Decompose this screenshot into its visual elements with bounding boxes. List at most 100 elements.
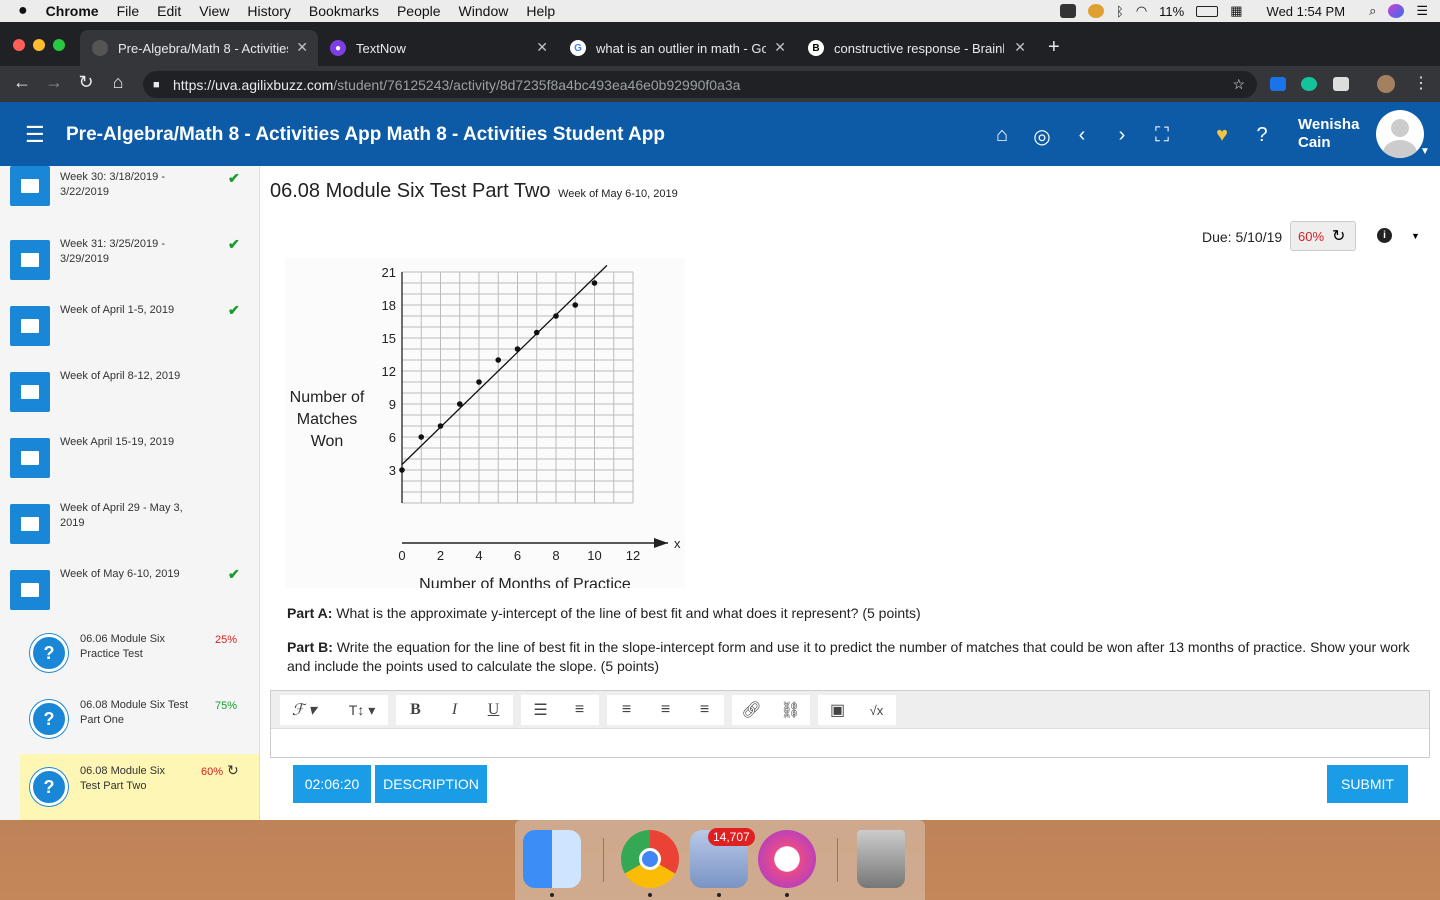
user-dropdown-icon[interactable]: ▼ — [1420, 146, 1430, 157]
bluetooth-icon[interactable]: ᛒ — [1116, 4, 1124, 19]
sidebar-week-april-8-12[interactable]: Week of April 8-12, 2019 — [0, 364, 259, 430]
timer-button[interactable]: 02:06:20 — [293, 765, 371, 803]
description-button[interactable]: DESCRIPTION — [375, 765, 487, 803]
sidebar-item-label: Week April 15-19, 2019 — [60, 436, 175, 448]
menu-people[interactable]: People — [397, 3, 441, 19]
help-icon[interactable]: ? — [1250, 124, 1274, 147]
previous-icon[interactable]: ‹ — [1070, 124, 1094, 147]
spotlight-search-icon[interactable]: ⌕ — [1369, 3, 1376, 19]
hamburger-menu-icon[interactable]: ☰ — [25, 122, 45, 148]
menu-bookmarks[interactable]: Bookmarks — [309, 3, 379, 19]
close-tab-icon[interactable]: ✕ — [774, 39, 786, 56]
info-icon[interactable]: i — [1377, 228, 1392, 243]
sidebar-activity-test-part-two[interactable]: ? 06.08 Module Six Test Part Two 60% ↻ — [20, 754, 259, 820]
menu-edit[interactable]: Edit — [157, 3, 181, 19]
sidebar-activity-practice-test[interactable]: ? 06.06 Module Six Practice Test 25% — [0, 620, 259, 686]
image-icon[interactable]: ▣ — [818, 695, 857, 725]
mail-icon[interactable]: 14,707 — [690, 828, 755, 888]
bold-icon[interactable]: B — [396, 695, 435, 725]
score-badge[interactable]: 60% ↻ — [1290, 221, 1356, 251]
itunes-icon[interactable] — [758, 830, 816, 888]
menu-window[interactable]: Window — [459, 3, 509, 19]
sidebar-activity-test-part-one[interactable]: ? 06.08 Module Six Test Part One 75% — [0, 686, 259, 752]
submit-button[interactable]: SUBMIT — [1327, 765, 1408, 803]
equation-icon[interactable]: √x — [857, 695, 896, 725]
close-tab-icon[interactable]: ✕ — [536, 39, 548, 56]
align-left-icon[interactable]: ≡ — [607, 695, 646, 725]
sidebar-week-may-6-10[interactable]: Week of May 6-10, 2019 ✔ — [0, 562, 259, 628]
fullscreen-icon[interactable]: ⛶ — [1150, 124, 1174, 147]
grammarly-icon[interactable] — [1301, 77, 1317, 91]
siri-icon[interactable] — [1388, 4, 1405, 18]
answer-input[interactable] — [271, 729, 1429, 757]
url-input[interactable]: ■ https://uva.agilixbuzz.com/student/761… — [143, 71, 1257, 98]
retry-icon[interactable]: ↻ — [227, 762, 239, 779]
back-icon[interactable]: ← — [10, 72, 34, 93]
close-tab-icon[interactable]: ✕ — [296, 39, 308, 56]
close-tab-icon[interactable]: ✕ — [1014, 39, 1026, 56]
unlink-icon[interactable]: ⛓︎ — [771, 695, 810, 725]
numbered-list-icon[interactable]: ≡ — [560, 695, 599, 725]
more-menu-icon[interactable]: ⋮ — [1413, 73, 1429, 93]
zoom-window-button[interactable] — [53, 39, 65, 51]
avatar[interactable] — [1376, 110, 1424, 158]
minimize-window-button[interactable] — [33, 39, 45, 51]
menu-history[interactable]: History — [247, 3, 291, 19]
user-name[interactable]: Wenisha Cain — [1298, 116, 1359, 152]
clock[interactable]: Wed 1:54 PM — [1267, 4, 1346, 19]
retry-icon[interactable]: ↻ — [1332, 226, 1345, 246]
sidebar-week-april-15-19[interactable]: Week April 15-19, 2019 — [0, 430, 259, 496]
sidebar-week-31[interactable]: Week 31: 3/25/2019 - 3/29/2019 ✔ — [0, 232, 259, 298]
activity-score: 25% — [215, 634, 238, 646]
trash-icon[interactable] — [857, 830, 905, 888]
home-icon[interactable]: ⌂ — [990, 124, 1014, 147]
menu-help[interactable]: Help — [526, 3, 555, 19]
close-window-button[interactable] — [13, 39, 25, 51]
part-b-question: Part B: Write the equation for the line … — [287, 638, 1427, 676]
wellness-heart-icon[interactable]: ♥ — [1210, 124, 1234, 147]
home-icon[interactable]: ⌂ — [106, 72, 130, 93]
apple-icon[interactable]: ● — [18, 2, 28, 20]
underline-icon[interactable]: U — [474, 695, 513, 725]
wifi-icon[interactable]: ◠ — [1136, 3, 1147, 19]
menu-file[interactable]: File — [117, 3, 140, 19]
tab-google[interactable]: G what is an outlier in math - Goo ✕ — [558, 30, 796, 66]
tab-active[interactable]: Pre-Algebra/Math 8 - Activities ✕ — [80, 30, 318, 66]
battery-icon[interactable] — [1196, 5, 1219, 17]
menu-app-name[interactable]: Chrome — [46, 3, 99, 19]
extension-icon[interactable] — [1270, 77, 1286, 91]
reload-icon[interactable]: ↻ — [74, 72, 98, 93]
sidebar-week-30[interactable]: Week 30: 3/18/2019 - 3/22/2019 ✔ — [0, 166, 259, 224]
data-point — [553, 313, 559, 319]
status-icon[interactable] — [1088, 4, 1105, 18]
calendar-icon[interactable]: ▦ — [1230, 3, 1242, 19]
italic-icon[interactable]: I — [435, 695, 474, 725]
link-icon[interactable]: 🔗︎ — [732, 695, 771, 725]
align-right-icon[interactable]: ≡ — [685, 695, 724, 725]
part-a-label: Part A: — [287, 605, 333, 621]
forward-icon[interactable]: → — [42, 72, 66, 93]
sidebar-week-april-29-may-3[interactable]: Week of April 29 - May 3, 2019 — [0, 496, 259, 562]
chrome-icon[interactable] — [621, 830, 679, 888]
next-icon[interactable]: › — [1110, 124, 1134, 147]
tab-brainly[interactable]: B constructive response - Brainly ✕ — [796, 30, 1036, 66]
caret-down-icon[interactable]: ▼ — [1411, 231, 1420, 241]
align-center-icon[interactable]: ≡ — [646, 695, 685, 725]
font-family-icon[interactable]: ℱ ▾ — [280, 695, 328, 725]
question-icon: ? — [30, 768, 68, 806]
bulleted-list-icon[interactable]: ☰ — [521, 695, 560, 725]
info-dropdown[interactable]: i ▼ — [1365, 221, 1430, 255]
font-size-icon[interactable]: T↕ ▾ — [336, 695, 388, 725]
rich-text-editor: ℱ ▾ T↕ ▾ B I U ☰ ≡ ≡ ≡ ≡ 🔗︎ ⛓︎ ▣ √x — [270, 690, 1430, 758]
bookmark-star-icon[interactable]: ☆ — [1232, 76, 1245, 93]
sidebar-week-april-1-5[interactable]: Week of April 1-5, 2019 ✔ — [0, 298, 259, 364]
menu-view[interactable]: View — [199, 3, 229, 19]
status-icon[interactable] — [1060, 4, 1077, 18]
finder-icon[interactable] — [523, 830, 581, 888]
extension-icon[interactable] — [1333, 77, 1349, 91]
new-tab-icon[interactable]: + — [1048, 36, 1060, 59]
tab-textnow[interactable]: ● TextNow ✕ — [318, 30, 558, 66]
notification-center-icon[interactable]: ☰ — [1416, 3, 1428, 19]
profile-icon[interactable] — [1377, 75, 1395, 93]
activity-wheel-icon[interactable]: ◎ — [1030, 124, 1054, 149]
